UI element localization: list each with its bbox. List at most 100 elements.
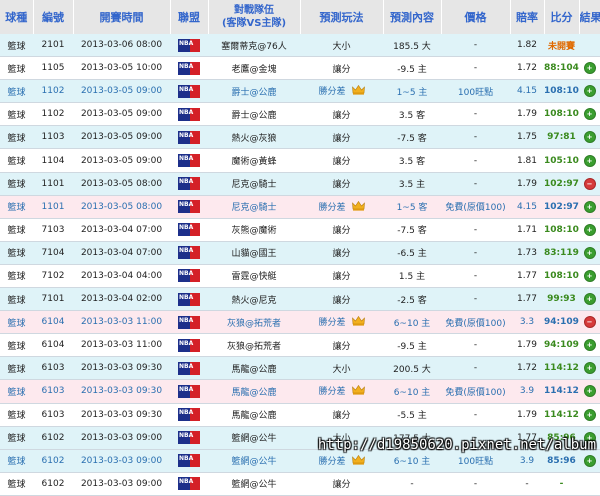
header-league[interactable]: 聯盟 (170, 0, 209, 34)
cell-id: 1104 (33, 148, 73, 173)
predictions-table: 球種 編號 開賽時間 聯盟 對戰隊伍 (客隊VS主隊) 預測玩法 預測內容 價格… (0, 0, 600, 496)
cell-price[interactable]: - (441, 172, 510, 196)
play-label: 讓分 (332, 157, 351, 168)
table-row[interactable]: 籃球 2101 2013-03-06 08:00 NBA 塞爾蒂克@76人 大小 185.5… (0, 34, 600, 58)
cell-price[interactable]: - (441, 241, 510, 265)
header-sport[interactable]: 球種 (0, 0, 34, 34)
table-row[interactable]: 籃球 6103 2013-03-03 09:30 NBA 馬龍@公鹿 讓分 -5.5 主-1… (0, 403, 600, 427)
cell-score: 108:109 (544, 79, 579, 104)
cell-league: NBA (170, 379, 208, 404)
cell-time: 2013-03-04 02:00 (73, 287, 170, 312)
win-icon: + (583, 131, 596, 144)
header-result[interactable]: 結果 (579, 0, 600, 34)
header-teams[interactable]: 對戰隊伍 (客隊VS主隊) (208, 0, 301, 34)
header-odds[interactable]: 賠率 (510, 0, 545, 34)
table-row[interactable]: 籃球 7102 2013-03-04 04:00 NBA 雷霆@快艇 讓分 1.5 主 -1.… (0, 264, 600, 289)
crown-icon (351, 316, 365, 329)
cell-price[interactable]: 免費(原價100) (441, 195, 510, 219)
cell-time: 2013-03-04 07:00 (73, 218, 170, 242)
cell-teams[interactable]: 馬龍@公鹿 (208, 379, 300, 404)
table-row[interactable]: 籃球 1101 2013-03-05 08:00 NBA 尼克@騎士 讓分 3.5 主 -1.… (0, 172, 600, 196)
cell-price[interactable]: - (441, 333, 510, 358)
cell-price[interactable]: - (441, 356, 510, 381)
league-badge-text: NBA (179, 108, 194, 116)
cell-price[interactable]: 免費(原價100) (441, 379, 510, 404)
table-row[interactable]: 籃球 6104 2013-03-03 11:00 NBA 灰狼@拓荒者 讓分 -9.5 主-… (0, 333, 600, 358)
table-row[interactable]: 籃球 1101 2013-03-05 08:00 NBA 尼克@騎士 勝分差 1~5 客免費… (0, 195, 600, 219)
table-row[interactable]: 籃球 6103 2013-03-03 09:30 NBA 馬龍@公鹿 勝分差 6~10 主免… (0, 379, 600, 404)
cell-price[interactable]: - (441, 472, 510, 496)
cell-teams[interactable]: 熱火@尼克 (208, 287, 300, 312)
cell-result: + (579, 264, 600, 289)
cell-play: 讓分 (300, 125, 383, 150)
cell-teams[interactable]: 山貓@國王 (208, 241, 300, 265)
cell-time: 2013-03-05 09:00 (73, 125, 170, 150)
cell-id: 7103 (33, 218, 73, 242)
cell-price[interactable]: - (441, 148, 510, 173)
table-row[interactable]: 籃球 7104 2013-03-04 07:00 NBA 山貓@國王 讓分 -6.5 主-1… (0, 241, 600, 265)
cell-odds: 1.82 (510, 34, 544, 58)
table-row[interactable]: 籃球 7103 2013-03-04 07:00 NBA 灰熊@魔術 讓分 -7.5 客-1… (0, 218, 600, 242)
cell-id: 6103 (33, 379, 73, 404)
nba-logo-icon: NBA (178, 38, 200, 52)
header-play[interactable]: 預測玩法 (300, 0, 384, 34)
cell-teams[interactable]: 塞爾蒂克@76人 (208, 34, 300, 58)
nba-logo-icon: NBA (178, 200, 200, 214)
table-row[interactable]: 籃球 1105 2013-03-05 10:00 NBA 老鷹@金塊 讓分 -9.5 主-1… (0, 56, 600, 81)
cell-teams[interactable]: 籃網@公牛 (208, 472, 300, 496)
cell-league: NBA (170, 264, 208, 289)
cell-price[interactable]: 免費(原價100) (441, 310, 510, 335)
play-label: 讓分 (332, 272, 351, 283)
header-price[interactable]: 價格 (441, 0, 511, 34)
cell-teams[interactable]: 灰狼@拓荒者 (208, 333, 300, 358)
cell-price[interactable]: - (441, 264, 510, 289)
cell-result: + (579, 125, 600, 150)
table-row[interactable]: 籃球 1102 2013-03-05 09:00 NBA 爵士@公鹿 讓分 3.5 客 -1.… (0, 102, 600, 127)
cell-price[interactable]: - (441, 56, 510, 81)
league-badge-text: NBA (179, 131, 194, 139)
cell-id: 6102 (33, 449, 73, 473)
cell-time: 2013-03-04 07:00 (73, 241, 170, 265)
cell-teams[interactable]: 熱火@灰狼 (208, 125, 300, 150)
cell-teams[interactable]: 老鷹@金塊 (208, 56, 300, 81)
table-row[interactable]: 籃球 6102 2013-03-03 09:00 NBA 籃網@公牛 讓分 - - - - (0, 472, 600, 496)
header-pick[interactable]: 預測內容 (383, 0, 442, 34)
header-score[interactable]: 比分 (544, 0, 580, 34)
cell-teams[interactable]: 雷霆@快艇 (208, 264, 300, 289)
cell-league: NBA (170, 148, 208, 173)
header-time[interactable]: 開賽時間 (73, 0, 171, 34)
cell-price[interactable]: 100旺點 (441, 79, 510, 104)
cell-teams[interactable]: 尼克@騎士 (208, 172, 300, 196)
cell-teams[interactable]: 馬龍@公鹿 (208, 403, 300, 427)
cell-price[interactable]: - (441, 403, 510, 427)
table-row[interactable]: 籃球 1102 2013-03-05 09:00 NBA 爵士@公鹿 勝分差 1~5 主 10… (0, 79, 600, 104)
cell-teams[interactable]: 馬龍@公鹿 (208, 356, 300, 381)
cell-sport: 籃球 (0, 34, 33, 58)
cell-teams[interactable]: 魔術@黃蜂 (208, 148, 300, 173)
table-row[interactable]: 籃球 7101 2013-03-04 02:00 NBA 熱火@尼克 讓分 -2.5 客-1… (0, 287, 600, 312)
cell-teams[interactable]: 爵士@公鹿 (208, 79, 300, 104)
table-row[interactable]: 籃球 6103 2013-03-03 09:30 NBA 馬龍@公鹿 大小 200.5 大-… (0, 356, 600, 381)
cell-price[interactable]: - (441, 218, 510, 242)
cell-odds: 1.77 (510, 287, 544, 312)
cell-teams[interactable]: 尼克@騎士 (208, 195, 300, 219)
cell-price[interactable]: - (441, 287, 510, 312)
cell-teams[interactable]: 籃網@公牛 (208, 449, 300, 473)
cell-id: 6102 (33, 472, 73, 496)
cell-score: - (544, 472, 579, 496)
cell-price[interactable]: - (441, 125, 510, 150)
play-label: 讓分 (332, 180, 351, 191)
cell-league: NBA (170, 472, 208, 496)
cell-teams[interactable]: 爵士@公鹿 (208, 102, 300, 127)
cell-teams[interactable]: 灰狼@拓荒者 (208, 310, 300, 335)
table-row[interactable]: 籃球 6104 2013-03-03 11:00 NBA 灰狼@拓荒者 勝分差 6~10 主… (0, 310, 600, 335)
header-id[interactable]: 編號 (33, 0, 74, 34)
win-icon: + (583, 154, 596, 167)
cell-teams[interactable]: 灰熊@魔術 (208, 218, 300, 242)
cell-league: NBA (170, 102, 208, 127)
cell-price[interactable]: - (441, 102, 510, 127)
table-row[interactable]: 籃球 1103 2013-03-05 09:00 NBA 熱火@灰狼 讓分 -7.5 客-1… (0, 125, 600, 150)
cell-price[interactable]: - (441, 34, 510, 58)
table-row[interactable]: 籃球 1104 2013-03-05 09:00 NBA 魔術@黃蜂 讓分 3.5 客 -1.… (0, 148, 600, 173)
cell-teams[interactable]: 籃網@公牛 (208, 426, 300, 450)
